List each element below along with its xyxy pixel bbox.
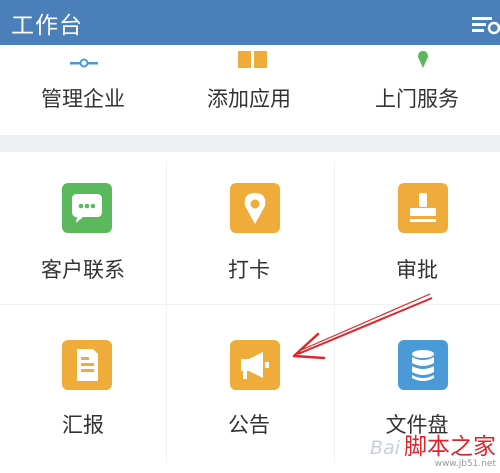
app-label: 审批 <box>396 258 438 282</box>
app-label: 客户联系 <box>41 258 125 282</box>
grid-item-label: 管理企业 <box>41 87 125 111</box>
database-icon <box>398 340 448 390</box>
app-announcement[interactable]: 公告 <box>166 305 332 473</box>
watermark-site: 脚本之家 <box>404 434 496 460</box>
document-icon <box>62 340 112 390</box>
location-pin-icon <box>417 51 429 75</box>
grid-item-door-service[interactable]: 上门服务 <box>334 45 500 135</box>
app-approval[interactable]: 审批 <box>334 152 500 304</box>
watermark-baidu: Bai <box>370 437 400 459</box>
grid-item-add-app[interactable]: 添加应用 <box>166 45 332 135</box>
chat-bubble-icon <box>62 183 112 233</box>
grid-item-label: 上门服务 <box>375 87 459 111</box>
app-label: 公告 <box>228 413 270 437</box>
grid-item-manage-enterprise[interactable]: 管理企业 <box>0 45 166 135</box>
megaphone-icon <box>230 340 280 390</box>
quick-actions-card: 管理企业 添加应用 上门服务 <box>0 45 500 135</box>
app-label: 汇报 <box>62 413 104 437</box>
app-label: 打卡 <box>228 258 270 282</box>
key-icon <box>68 55 100 74</box>
grid-item-label: 添加应用 <box>207 87 291 111</box>
list-settings-icon[interactable] <box>468 10 500 38</box>
location-pin-icon <box>230 183 280 233</box>
apps-grid-card: 客户联系 打卡 审批 汇报 公告 文件盘 <box>0 152 500 473</box>
app-report[interactable]: 汇报 <box>0 305 166 473</box>
watermark: Bai 脚本之家 www.jb51.net <box>370 427 496 469</box>
page-title: 工作台 <box>11 13 83 39</box>
app-header: 工作台 <box>0 0 500 45</box>
app-clock-in[interactable]: 打卡 <box>166 152 332 304</box>
app-customer-contact[interactable]: 客户联系 <box>0 152 166 304</box>
stamp-icon <box>398 183 448 233</box>
grid-icon <box>238 51 268 75</box>
